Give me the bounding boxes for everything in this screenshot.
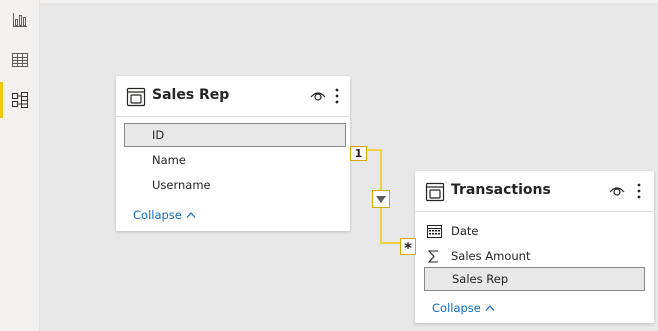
report-view-button[interactable]	[0, 2, 40, 38]
calendar-icon	[427, 225, 442, 238]
transactions-table-card[interactable]: Transactions Date Sales Amount Sales Rep…	[415, 171, 654, 323]
field-row-sales-amount[interactable]: Sales Amount	[424, 244, 646, 268]
data-view-button[interactable]	[0, 42, 40, 78]
field-label: Sales Rep	[452, 272, 509, 286]
sigma-icon	[428, 250, 438, 263]
triangle-down-icon	[376, 195, 386, 203]
field-label: Username	[152, 178, 211, 192]
eye-visibility-icon[interactable]	[310, 90, 326, 102]
view-rail	[0, 0, 40, 331]
bar-chart-icon	[13, 13, 27, 27]
card-header: Sales Rep	[116, 76, 350, 117]
card-header: Transactions	[415, 171, 654, 212]
table-title: Sales Rep	[152, 87, 230, 103]
collapse-label: Collapse	[432, 301, 481, 315]
collapse-link[interactable]: Collapse	[133, 208, 196, 222]
cardinality-many-label: *	[400, 238, 416, 256]
more-options-icon[interactable]	[335, 88, 339, 104]
top-strip	[0, 0, 658, 3]
sales-rep-table-card[interactable]: Sales Rep ID Name Username Collapse	[116, 76, 350, 231]
field-row-id[interactable]: ID	[124, 123, 346, 147]
chevron-up-icon	[186, 212, 196, 218]
table-icon	[425, 182, 445, 202]
table-icon	[126, 87, 146, 107]
model-diagram-icon	[12, 92, 28, 108]
field-row-name[interactable]: Name	[124, 148, 346, 172]
field-label: Sales Amount	[451, 249, 531, 263]
field-row-username[interactable]: Username	[124, 173, 346, 197]
table-title: Transactions	[451, 182, 551, 198]
table-grid-icon	[12, 53, 28, 67]
filter-direction-button[interactable]	[372, 190, 390, 208]
field-row-date[interactable]: Date	[424, 219, 646, 243]
field-label: Date	[451, 224, 479, 238]
collapse-label: Collapse	[133, 208, 182, 222]
more-options-icon[interactable]	[637, 183, 641, 199]
model-view-button[interactable]	[0, 82, 40, 118]
field-label: ID	[152, 128, 165, 142]
cardinality-one-label: 1	[350, 146, 367, 161]
field-row-sales-rep[interactable]: Sales Rep	[424, 267, 645, 291]
collapse-link[interactable]: Collapse	[432, 301, 495, 315]
field-label: Name	[152, 153, 186, 167]
eye-visibility-icon[interactable]	[609, 185, 625, 197]
chevron-up-icon	[485, 305, 495, 311]
